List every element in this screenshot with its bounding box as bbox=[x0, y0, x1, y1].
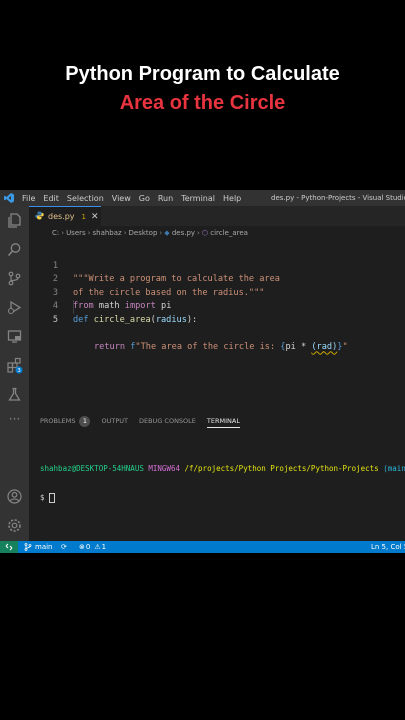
menu-view[interactable]: View bbox=[108, 194, 135, 203]
status-bar: main ⟳ ⊗ 0 ⚠ 1 Ln 5, Col 5 bbox=[0, 541, 405, 553]
breadcrumb-desktop[interactable]: Desktop bbox=[129, 229, 158, 237]
code-text: def circle_area(radius): bbox=[73, 314, 198, 325]
menu-file[interactable]: File bbox=[18, 194, 39, 203]
chevron-right-icon: › bbox=[61, 229, 65, 237]
source-control-icon[interactable] bbox=[6, 270, 23, 287]
line-number: 5 bbox=[52, 314, 58, 325]
tab-terminal[interactable]: TERMINAL bbox=[206, 417, 240, 428]
problems-badge: 1 bbox=[79, 415, 91, 427]
breadcrumb-drive[interactable]: C: bbox=[52, 229, 59, 237]
code-line: 4 def circle_area(radius): bbox=[29, 287, 405, 325]
breadcrumb-user[interactable]: shahbaz bbox=[92, 229, 121, 237]
tab-des-py[interactable]: des.py 1 ✕ bbox=[29, 206, 101, 226]
python-file-icon: ◆ bbox=[164, 229, 170, 237]
editor-area: des.py 1 ✕ C: › Users › shahbaz › Desktop › ◆ de… bbox=[29, 206, 405, 541]
cursor-position[interactable]: Ln 5, Col 5 bbox=[371, 541, 405, 553]
breadcrumb: C: › Users › shahbaz › Desktop › ◆ des.py › ⬡ circ… bbox=[29, 226, 248, 240]
activity-bar: 3 ··· bbox=[0, 206, 29, 541]
code-editor[interactable]: 1 """Write a program to calculate the ar… bbox=[29, 246, 405, 352]
terminal[interactable]: shahbaz@DESKTOP-54HNAUS MINGW64 /f/proje… bbox=[40, 446, 405, 521]
tab-output[interactable]: OUTPUT bbox=[101, 417, 128, 425]
menu-go[interactable]: Go bbox=[135, 194, 154, 203]
code-line: 5 return f"The area of the circle is: {p… bbox=[29, 300, 405, 352]
code-line: 2 of the circle based on the radius.""" bbox=[29, 260, 405, 298]
headline-title: Python Program to Calculate bbox=[65, 63, 340, 85]
warning-icon: ⚠ bbox=[94, 543, 101, 551]
problems-indicator[interactable]: ⊗ 0 ⚠ 1 bbox=[79, 541, 106, 553]
menu-edit[interactable]: Edit bbox=[39, 194, 63, 203]
headline-subtitle: Area of the Circle bbox=[119, 92, 286, 114]
tab-bar: des.py 1 ✕ bbox=[29, 206, 405, 226]
breadcrumb-users[interactable]: Users bbox=[66, 229, 86, 237]
run-debug-icon[interactable] bbox=[6, 299, 23, 316]
code-line: 3 from math import pi bbox=[29, 273, 405, 312]
warning-squiggle: (rad) bbox=[311, 341, 338, 352]
code-text: return f"The area of the circle is: {pi … bbox=[94, 341, 348, 352]
tab-debug-console[interactable]: DEBUG CONSOLE bbox=[139, 417, 196, 425]
sync-icon[interactable]: ⟳ bbox=[61, 541, 67, 553]
window-title: des.py - Python-Projects - Visual Studio… bbox=[271, 194, 405, 202]
python-file-icon bbox=[35, 211, 44, 222]
tab-problem-count: 1 bbox=[81, 212, 86, 221]
close-tab-icon[interactable]: ✕ bbox=[91, 212, 99, 222]
tab-filename: des.py bbox=[48, 212, 75, 221]
testing-icon[interactable] bbox=[6, 386, 23, 403]
search-icon[interactable] bbox=[6, 241, 23, 258]
more-icon[interactable]: ··· bbox=[6, 413, 23, 430]
chevron-right-icon: › bbox=[159, 229, 163, 237]
code-line: 1 """Write a program to calculate the ar… bbox=[29, 246, 405, 285]
chevron-right-icon: › bbox=[87, 229, 91, 237]
git-branch-icon bbox=[24, 543, 32, 551]
explorer-icon[interactable] bbox=[6, 212, 23, 229]
remote-indicator-icon[interactable] bbox=[0, 541, 18, 553]
function-symbol-icon: ⬡ bbox=[201, 229, 208, 237]
chevron-right-icon: › bbox=[123, 229, 127, 237]
terminal-cursor bbox=[49, 493, 56, 503]
settings-gear-icon[interactable] bbox=[6, 517, 23, 534]
menu-terminal[interactable]: Terminal bbox=[177, 194, 219, 203]
indent-guide bbox=[73, 300, 74, 314]
vscode-logo-icon bbox=[0, 190, 18, 206]
tab-problems[interactable]: PROBLEMS 1 bbox=[40, 415, 91, 427]
account-icon[interactable] bbox=[6, 488, 23, 505]
branch-indicator[interactable]: main bbox=[24, 541, 53, 553]
menu-selection[interactable]: Selection bbox=[63, 194, 108, 203]
error-icon: ⊗ bbox=[79, 543, 85, 551]
breadcrumb-symbol[interactable]: circle_area bbox=[210, 229, 248, 237]
vscode-window: File Edit Selection View Go Run Terminal… bbox=[0, 190, 405, 553]
branch-name: main bbox=[35, 543, 53, 551]
remote-explorer-icon[interactable] bbox=[6, 328, 23, 345]
extensions-icon[interactable]: 3 bbox=[6, 357, 23, 374]
menu-run[interactable]: Run bbox=[154, 194, 177, 203]
menu-bar: File Edit Selection View Go Run Terminal… bbox=[0, 190, 405, 206]
terminal-prompt-line: shahbaz@DESKTOP-54HNAUS MINGW64 /f/proje… bbox=[40, 464, 405, 473]
panel-tabs: PROBLEMS 1 OUTPUT DEBUG CONSOLE TERMINAL bbox=[29, 411, 405, 431]
terminal-input-line: $ bbox=[40, 493, 405, 503]
menu-help[interactable]: Help bbox=[219, 194, 245, 203]
chevron-right-icon: › bbox=[197, 229, 200, 237]
breadcrumb-file[interactable]: des.py bbox=[172, 229, 195, 237]
extensions-badge: 3 bbox=[17, 368, 21, 374]
